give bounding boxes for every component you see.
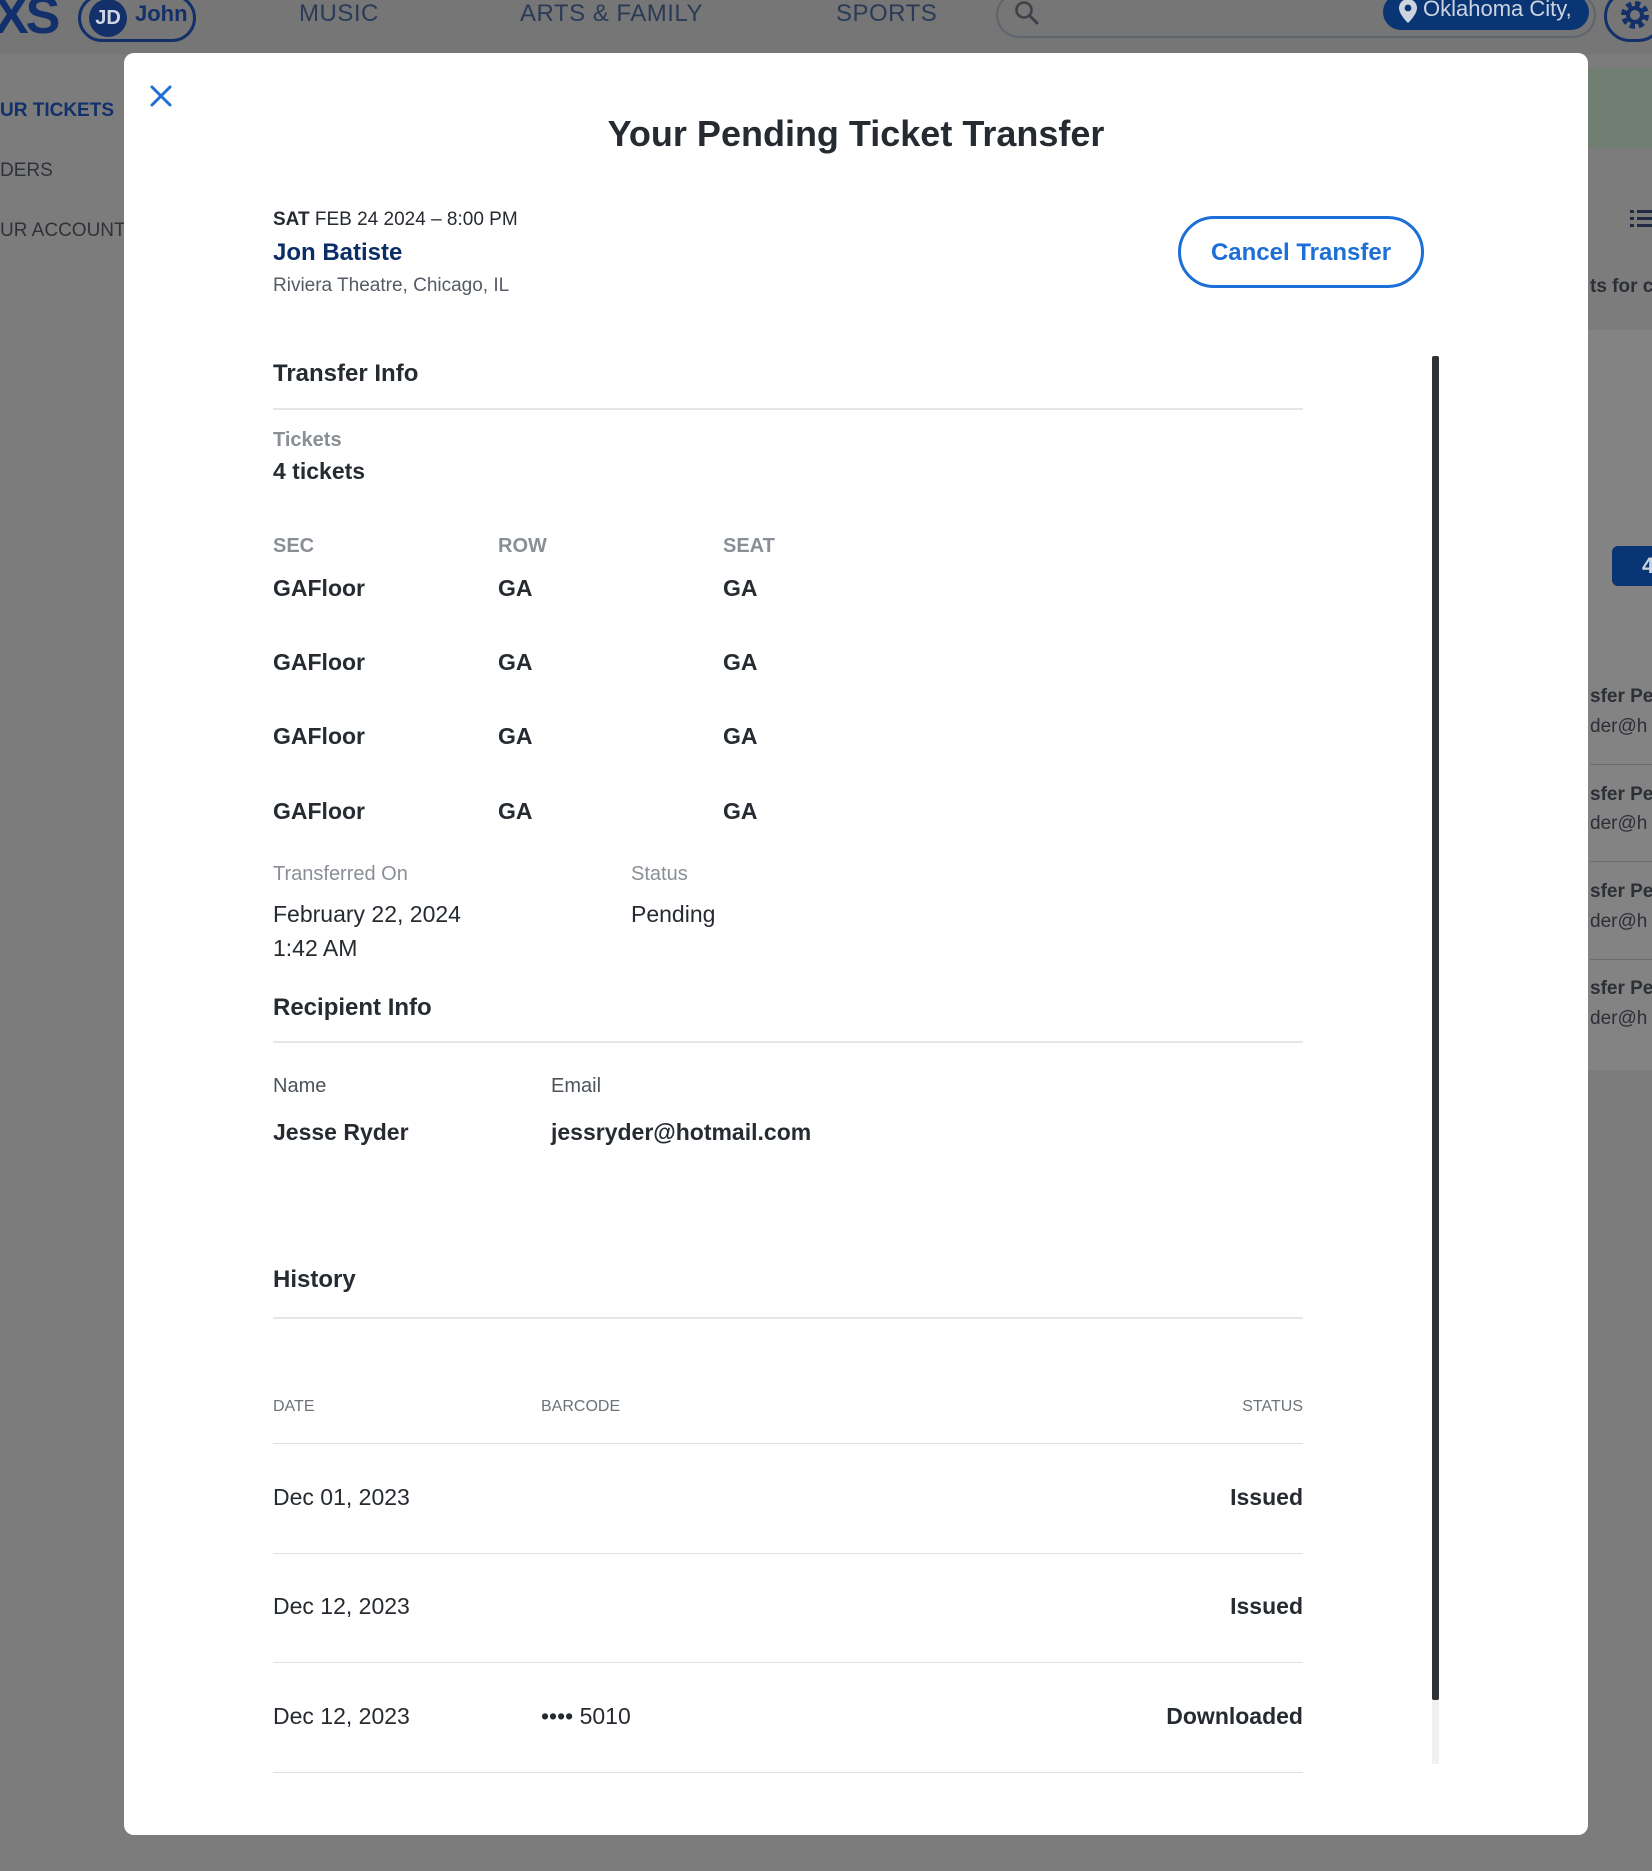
history-column-barcode: BARCODE [541, 1398, 621, 1415]
site-logo[interactable]: XS [0, 0, 60, 46]
tickets-label: Tickets [273, 429, 342, 451]
divider [273, 1443, 1303, 1444]
seat-row: GA [498, 575, 533, 601]
history-column-date: DATE [273, 1398, 315, 1415]
tickets-count: 4 tickets [273, 458, 366, 484]
tickets-subtitle: ts for c [1590, 276, 1652, 297]
notification-banner [1588, 68, 1652, 148]
history-barcode: •••• 5010 [541, 1703, 631, 1729]
sidebar-item-tickets[interactable]: UR TICKETS [0, 100, 114, 122]
nav-sports[interactable]: SPORTS [836, 0, 937, 28]
nav-music[interactable]: MUSIC [299, 0, 379, 28]
list-item-title[interactable]: sfer Pe [1590, 686, 1652, 708]
seat-number: GA [723, 649, 758, 675]
list-view-icon[interactable] [1630, 208, 1652, 230]
divider [273, 1317, 1303, 1319]
user-menu-button[interactable]: JD John [78, 0, 196, 42]
seat-sec: GAFloor [273, 575, 365, 601]
modal-title: Your Pending Ticket Transfer [607, 113, 1105, 154]
gear-icon [1621, 1, 1649, 29]
seat-number: GA [723, 575, 758, 601]
seat-sec: GAFloor [273, 798, 365, 824]
transfer-info-heading: Transfer Info [273, 360, 419, 387]
recipient-email: jessryder@hotmail.com [551, 1119, 812, 1145]
list-item-title[interactable]: sfer Pe [1590, 978, 1652, 1000]
history-column-status: STATUS [1242, 1398, 1303, 1415]
scrollbar-thumb[interactable] [1432, 356, 1439, 1700]
seat-number: GA [723, 798, 758, 824]
sidebar-item-orders[interactable]: DERS [0, 160, 53, 182]
transfer-modal: Your Pending Ticket Transfer SAT FEB 24 … [124, 53, 1588, 1835]
location-pin-icon [1399, 0, 1417, 23]
list-item-title[interactable]: sfer Pe [1590, 881, 1652, 903]
history-date: Dec 12, 2023 [273, 1703, 410, 1729]
top-navigation-bar: XS JD John MUSIC ARTS & FAMILY SPORTS Ok… [0, 0, 1652, 54]
history-status: Downloaded [1166, 1703, 1303, 1729]
history-heading: History [273, 1266, 356, 1293]
history-status: Issued [1230, 1484, 1303, 1510]
history-status: Issued [1230, 1593, 1303, 1619]
seat-row: GA [498, 798, 533, 824]
cancel-transfer-button[interactable]: Cancel Transfer [1178, 216, 1424, 288]
list-item-title[interactable]: sfer Pe [1590, 784, 1652, 806]
location-label: Oklahoma City, [1423, 0, 1572, 21]
recipient-name: Jesse Ryder [273, 1119, 409, 1145]
list-item-email: der@h [1590, 1008, 1648, 1029]
recipient-email-label: Email [551, 1075, 602, 1097]
list-item-email: der@h [1590, 911, 1648, 932]
divider [273, 408, 1303, 410]
seat-row: GA [498, 649, 533, 675]
column-header-row: ROW [498, 535, 547, 557]
divider [1590, 861, 1652, 862]
event-date: SAT FEB 24 2024 – 8:00 PM [273, 209, 518, 231]
event-day: SAT [273, 209, 310, 230]
close-icon[interactable] [146, 81, 176, 111]
event-venue: Riviera Theatre, Chicago, IL [273, 275, 510, 296]
divider [273, 1041, 1303, 1043]
table-row-divider [273, 1662, 1303, 1663]
seat-number: GA [723, 723, 758, 749]
location-selector[interactable]: Oklahoma City, [1383, 0, 1589, 30]
status-value: Pending [631, 901, 716, 927]
history-date: Dec 01, 2023 [273, 1484, 410, 1510]
user-name: John [135, 1, 188, 26]
table-row-divider [273, 1553, 1303, 1554]
avatar: JD [89, 0, 127, 37]
transferred-on-time: 1:42 AM [273, 935, 358, 961]
table-row-divider [273, 1772, 1303, 1773]
divider [1590, 959, 1652, 960]
recipient-name-label: Name [273, 1075, 327, 1097]
history-date: Dec 12, 2023 [273, 1593, 410, 1619]
column-header-seat: SEAT [723, 535, 775, 557]
list-item-email: der@h [1590, 716, 1648, 737]
sidebar-item-account[interactable]: UR ACCOUNT [0, 220, 126, 242]
transferred-on-date: February 22, 2024 [273, 901, 461, 927]
seat-sec: GAFloor [273, 649, 365, 675]
column-header-sec: SEC [273, 535, 315, 557]
seat-row: GA [498, 723, 533, 749]
divider [1590, 764, 1652, 765]
ticket-count-badge: 4 [1612, 546, 1652, 586]
status-label: Status [631, 863, 688, 885]
event-date-time: FEB 24 2024 – 8:00 PM [314, 209, 518, 230]
nav-arts-family[interactable]: ARTS & FAMILY [520, 0, 703, 28]
seat-sec: GAFloor [273, 723, 365, 749]
settings-button[interactable] [1604, 0, 1652, 42]
list-item-email: der@h [1590, 813, 1648, 834]
recipient-info-heading: Recipient Info [273, 994, 432, 1021]
transferred-on-label: Transferred On [273, 863, 408, 885]
event-name-link[interactable]: Jon Batiste [273, 239, 402, 267]
search-icon [1015, 1, 1039, 25]
